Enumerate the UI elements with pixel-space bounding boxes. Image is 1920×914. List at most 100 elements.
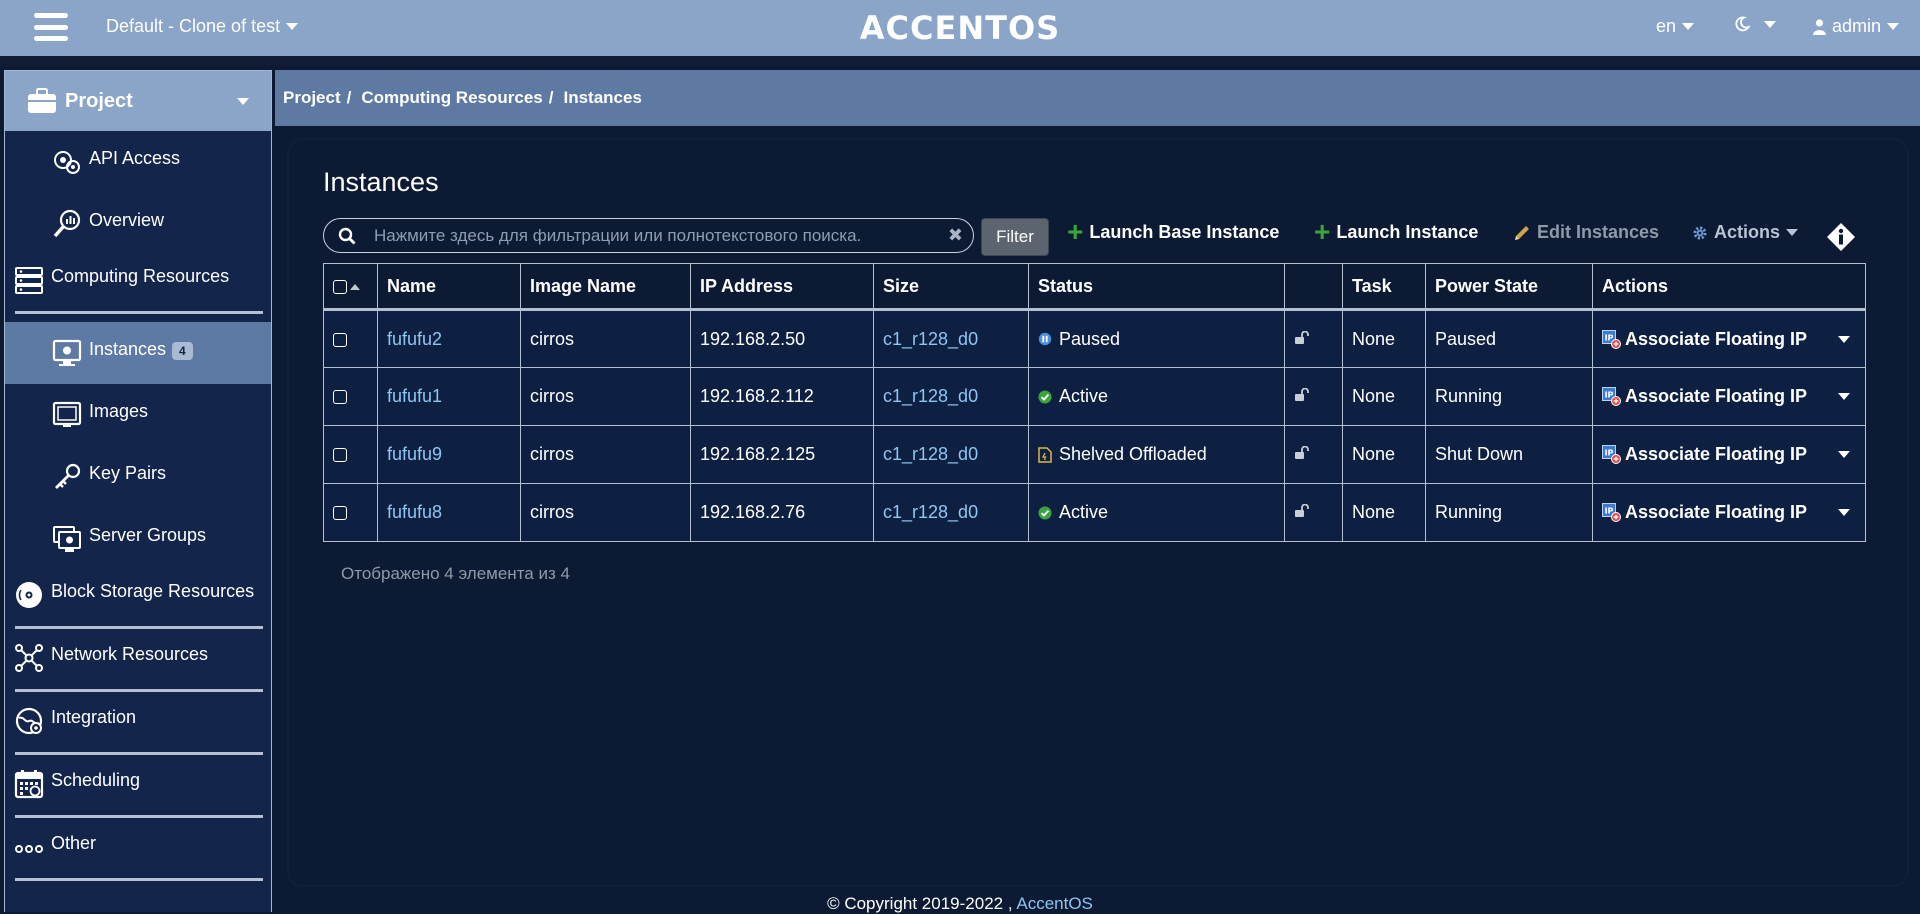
sidebar-item-label: Block Storage Resources	[51, 580, 255, 601]
status-text: Shelved Offloaded	[1059, 444, 1207, 464]
sidebar-group-integration[interactable]: Integration	[5, 690, 271, 752]
row-checkbox[interactable]	[333, 506, 347, 521]
row-select-cell	[323, 309, 378, 368]
unlock-icon[interactable]	[1294, 504, 1310, 518]
instance-name-link[interactable]: fufufu9	[377, 425, 521, 484]
search-input[interactable]	[372, 223, 912, 249]
sidebar-group-block-storage[interactable]: Block Storage Resources	[5, 564, 271, 626]
row-actions-dropdown-icon[interactable]	[1838, 451, 1850, 458]
instance-name-link[interactable]: fufufu8	[377, 483, 521, 542]
unlock-icon[interactable]	[1294, 446, 1310, 460]
brand-text[interactable]: ACCENTOS	[860, 9, 1060, 47]
clear-search-icon[interactable]: ✖	[948, 225, 963, 246]
associate-floating-ip-button[interactable]: IP Associate Floating IP	[1602, 502, 1807, 523]
floating-ip-icon: IP	[1602, 329, 1621, 349]
sidebar-group-scheduling[interactable]: Scheduling	[5, 753, 271, 815]
select-all-header[interactable]	[323, 263, 378, 311]
theme-selector[interactable]	[1734, 16, 1776, 32]
instance-name-link[interactable]: fufufu1	[377, 367, 521, 426]
sidebar-group-other[interactable]: Other	[5, 816, 271, 878]
sidebar-item-api-access[interactable]: API Access	[5, 131, 271, 193]
sidebar-item-label: Other	[51, 832, 97, 853]
server-icon	[13, 264, 45, 296]
disk-icon	[13, 579, 45, 611]
ip-address-cell: 192.168.2.50	[690, 309, 874, 368]
sidebar-item-images[interactable]: Images	[5, 384, 271, 446]
floating-ip-icon: IP	[1602, 503, 1621, 522]
sidebar-group-computing-resources[interactable]: Computing Resources	[5, 249, 271, 311]
status-cell: Paused	[1028, 309, 1285, 368]
size-link[interactable]: c1_r128_d0	[873, 483, 1029, 542]
row-checkbox[interactable]	[333, 448, 347, 463]
sort-ascending-icon[interactable]	[350, 283, 360, 290]
sidebar-item-key-pairs[interactable]: Key Pairs	[5, 446, 271, 508]
sidebar-item-instances[interactable]: Instances 4	[5, 322, 271, 384]
plus-icon: +	[1067, 215, 1084, 247]
hamburger-icon[interactable]	[34, 13, 68, 41]
filter-button[interactable]: Filter	[981, 218, 1049, 256]
column-header-lock	[1284, 263, 1343, 311]
column-header-name[interactable]: Name	[377, 263, 521, 311]
instance-name-link[interactable]: fufufu2	[377, 309, 521, 368]
row-actions-dropdown-icon[interactable]	[1838, 335, 1850, 343]
table-row: fufufu1 cirros 192.168.2.112 c1_r128_d0 …	[323, 367, 1866, 426]
associate-floating-ip-button[interactable]: IP Associate Floating IP	[1602, 444, 1807, 465]
row-actions-dropdown-icon[interactable]	[1838, 509, 1850, 516]
project-selector[interactable]: Default - Clone of test	[106, 16, 299, 37]
monitor-icon	[51, 337, 83, 369]
ip-address-cell: 192.168.2.76	[690, 483, 874, 542]
search-box: ✖	[323, 218, 974, 253]
ip-address-cell: 192.168.2.125	[690, 425, 874, 484]
associate-floating-ip-button[interactable]: IP Associate Floating IP	[1602, 329, 1807, 350]
size-link[interactable]: c1_r128_d0	[873, 425, 1029, 484]
footer-accentos-link[interactable]: AccentOS	[1016, 894, 1093, 913]
status-cell: Shelved Offloaded	[1028, 425, 1285, 484]
column-header-ip-address[interactable]: IP Address	[690, 263, 874, 311]
briefcase-icon	[28, 88, 56, 113]
column-header-task[interactable]: Task	[1342, 263, 1426, 311]
sidebar-item-label: API Access	[89, 147, 181, 168]
project-selector-label: Default - Clone of test	[106, 16, 281, 36]
sidebar-item-overview[interactable]: Overview	[5, 193, 271, 255]
column-header-status[interactable]: Status	[1028, 263, 1285, 311]
info-icon[interactable]	[1826, 222, 1856, 252]
breadcrumb: Project / Computing Resources / Instance…	[275, 70, 1920, 126]
actions-dropdown[interactable]: Actions	[1692, 222, 1799, 243]
sidebar-group-network[interactable]: Network Resources	[5, 627, 271, 689]
user-menu[interactable]: admin	[1813, 16, 1900, 37]
size-link[interactable]: c1_r128_d0	[873, 367, 1029, 426]
sidebar-item-server-groups[interactable]: Server Groups	[5, 508, 271, 570]
sidebar-divider	[15, 878, 263, 881]
launch-instance-button[interactable]: + Launch Instance	[1314, 217, 1478, 245]
breadcrumb-separator: /	[346, 88, 352, 107]
edit-instances-button[interactable]: Edit Instances	[1513, 222, 1659, 243]
size-link[interactable]: c1_r128_d0	[873, 309, 1029, 368]
server-group-icon	[51, 523, 83, 555]
calendar-icon	[13, 768, 45, 800]
sidebar-header-project[interactable]: Project	[5, 71, 271, 131]
row-select-cell	[323, 367, 378, 426]
language-selector[interactable]: en	[1656, 16, 1695, 37]
select-all-checkbox[interactable]	[333, 279, 347, 294]
floating-ip-icon: IP	[1602, 445, 1621, 464]
row-checkbox[interactable]	[333, 390, 347, 405]
column-header-power-state[interactable]: Power State	[1425, 263, 1593, 311]
sidebar-item-label: Overview	[89, 209, 165, 230]
integration-icon	[13, 705, 45, 737]
row-actions-dropdown-icon[interactable]	[1838, 393, 1850, 400]
row-checkbox[interactable]	[333, 332, 347, 347]
status-cell: Active	[1028, 367, 1285, 426]
breadcrumb-project[interactable]: Project	[283, 88, 341, 108]
unlock-icon[interactable]	[1294, 388, 1310, 402]
breadcrumb-computing-resources[interactable]: Computing Resources	[361, 88, 542, 108]
column-header-image-name[interactable]: Image Name	[520, 263, 691, 311]
image-name-cell: cirros	[520, 309, 691, 368]
row-actions-cell: IP Associate Floating IP	[1592, 425, 1866, 484]
chevron-down-icon	[1682, 23, 1695, 30]
associate-floating-ip-button[interactable]: IP Associate Floating IP	[1602, 386, 1807, 407]
lock-cell	[1284, 483, 1343, 542]
launch-base-instance-button[interactable]: + Launch Base Instance	[1067, 215, 1279, 247]
column-header-size[interactable]: Size	[873, 263, 1029, 311]
unlock-icon[interactable]	[1294, 330, 1310, 345]
task-cell: None	[1342, 309, 1426, 368]
